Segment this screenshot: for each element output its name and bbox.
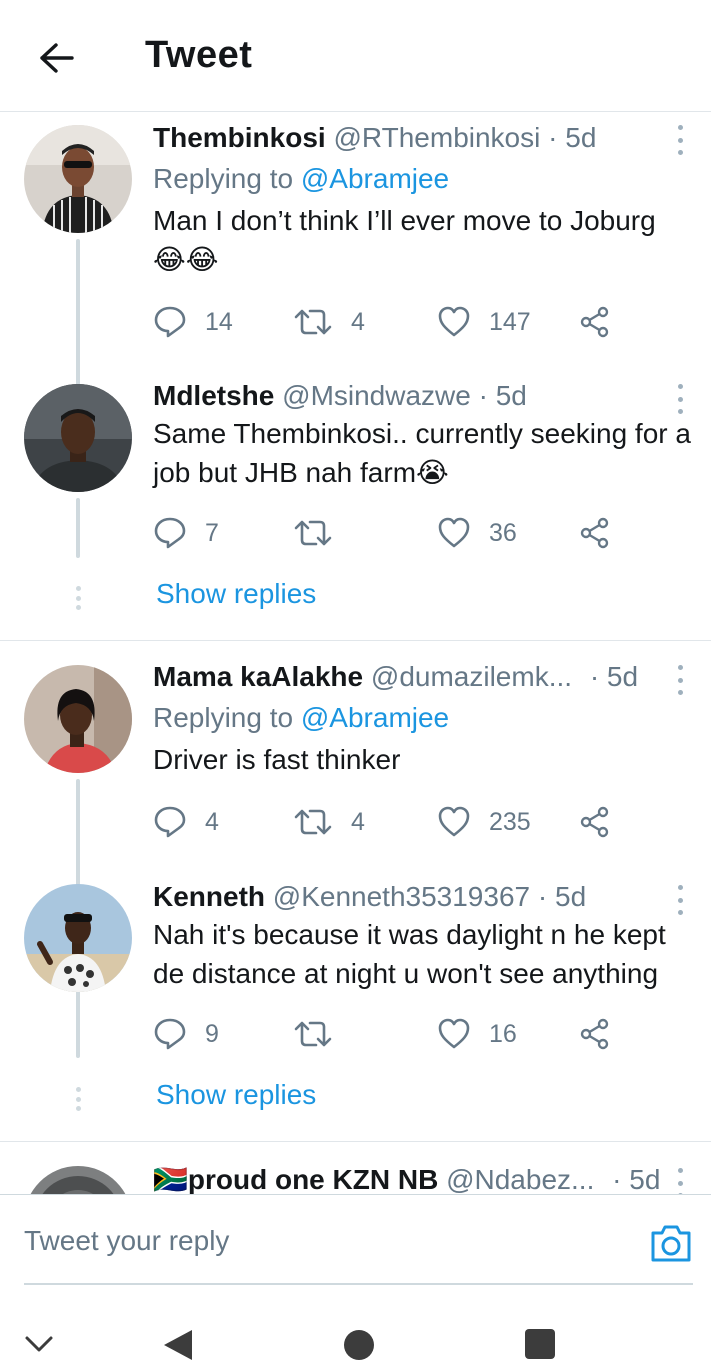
more-vertical-icon[interactable] — [673, 776, 687, 806]
like-button[interactable]: 36 — [437, 513, 517, 553]
crying-emoji: 😭 — [416, 457, 449, 488]
reply-button[interactable]: 4 — [153, 802, 219, 842]
like-button[interactable]: 235 — [437, 802, 531, 842]
share-button[interactable] — [579, 302, 611, 342]
more-replies-dots — [74, 1087, 82, 1111]
reply-button[interactable]: 9 — [153, 1014, 219, 1054]
tweet-text: Nah it's because it was daylight n he ke… — [153, 919, 666, 989]
retweet-icon — [294, 809, 332, 835]
display-name[interactable]: Mama kaAlakhe — [153, 661, 363, 692]
mention-link[interactable]: @Abramjee — [301, 702, 449, 733]
share-icon — [580, 806, 609, 838]
tweet-actions: 9 16 — [153, 1014, 623, 1054]
tweet-header: Mama kaAlakhe @dumazilemk... · 5d — [153, 659, 693, 695]
retweet-button[interactable] — [293, 1014, 351, 1054]
handle[interactable]: @Ndabez... — [446, 1164, 594, 1194]
reply-button[interactable]: 7 — [153, 513, 219, 553]
tweet-header: Mdletshe @Msindwazwe · 5d — [153, 378, 693, 414]
handle[interactable]: @Msindwazwe — [282, 380, 471, 411]
like-button[interactable]: 16 — [437, 1014, 517, 1054]
avatar[interactable] — [24, 125, 132, 233]
like-icon — [438, 517, 470, 548]
tweet-header: Thembinkosi @RThembinkosi · 5d — [153, 120, 693, 156]
handle[interactable]: @Kenneth35319367 — [273, 881, 530, 912]
camera-icon[interactable] — [649, 1223, 693, 1268]
avatar[interactable] — [24, 384, 132, 492]
reply-input[interactable]: Tweet your reply — [24, 1225, 229, 1257]
timestamp: · 5d — [537, 881, 587, 912]
like-button[interactable]: 147 — [437, 302, 531, 342]
show-replies-link[interactable]: Show replies — [156, 578, 316, 610]
laughing-crying-emoji: 😂😂 — [153, 244, 219, 275]
reply-icon — [154, 806, 186, 838]
tweet[interactable]: 🇿🇦proud one KZN NB @Ndabez... · 5d — [0, 1142, 711, 1194]
reply-icon — [154, 306, 186, 338]
reply-composer: Tweet your reply — [0, 1194, 711, 1286]
tweet[interactable]: Thembinkosi @RThembinkosi · 5d Replying … — [0, 112, 711, 489]
reply-icon — [154, 517, 186, 549]
share-button[interactable] — [579, 1014, 611, 1054]
mention-link[interactable]: @Abramjee — [301, 163, 449, 194]
like-icon — [438, 806, 470, 837]
nav-back-icon[interactable] — [160, 1328, 194, 1363]
avatar[interactable] — [24, 1166, 132, 1194]
display-name[interactable]: proud one KZN NB — [188, 1164, 438, 1194]
tweet-text: Same Thembinkosi.. currently seeking for… — [153, 418, 691, 488]
display-name[interactable]: Mdletshe — [153, 380, 274, 411]
replying-to: Replying to @Abramjee — [153, 163, 450, 194]
input-underline — [24, 1283, 693, 1285]
replying-to: Replying to @Abramjee — [153, 702, 450, 733]
avatar[interactable] — [24, 884, 132, 992]
top-app-bar: Tweet — [0, 0, 711, 112]
south-africa-flag-icon: 🇿🇦 — [153, 1164, 188, 1194]
more-replies-dots — [74, 586, 82, 610]
share-button[interactable] — [579, 513, 611, 553]
thread-connector — [76, 498, 80, 558]
tweet-text: Driver is fast thinker — [153, 744, 401, 775]
retweet-icon — [294, 309, 332, 335]
tweet-header: 🇿🇦proud one KZN NB @Ndabez... · 5d — [153, 1162, 693, 1194]
tweet[interactable]: Mdletshe @Msindwazwe · 5d Same Thembinko… — [0, 372, 711, 640]
back-arrow-icon[interactable] — [34, 36, 78, 80]
reply-icon — [154, 1018, 186, 1050]
thread-connector — [76, 998, 80, 1058]
retweet-button[interactable]: 4 — [293, 302, 365, 342]
share-icon — [580, 517, 609, 549]
tweet-actions: 14 4 147 — [153, 302, 623, 342]
retweet-button[interactable]: 4 — [293, 802, 365, 842]
nav-recents-icon[interactable] — [524, 1328, 556, 1363]
nav-down-icon[interactable] — [24, 1334, 54, 1359]
show-replies-link[interactable]: Show replies — [156, 1079, 316, 1111]
like-icon — [438, 1018, 470, 1049]
tweet-actions: 7 36 — [153, 513, 623, 553]
display-name[interactable]: Kenneth — [153, 881, 265, 912]
retweet-button[interactable] — [293, 513, 351, 553]
display-name[interactable]: Thembinkosi — [153, 122, 326, 153]
reply-button[interactable]: 14 — [153, 302, 233, 342]
timestamp: · 5d — [589, 661, 639, 692]
like-icon — [438, 306, 470, 337]
system-navigation-bar — [0, 1300, 711, 1363]
timestamp: · 5d — [478, 380, 527, 411]
handle[interactable]: @dumazilemk... — [371, 661, 572, 692]
timestamp: · 5d — [548, 122, 597, 153]
page-title: Tweet — [145, 34, 253, 76]
tweet-header: Kenneth @Kenneth35319367 · 5d — [153, 879, 693, 915]
handle[interactable]: @RThembinkosi — [333, 122, 540, 153]
avatar[interactable] — [24, 665, 132, 773]
timestamp: · 5d — [612, 1164, 661, 1194]
tweet-actions: 4 4 235 — [153, 802, 623, 842]
retweet-icon — [294, 520, 332, 546]
share-icon — [580, 1018, 609, 1050]
nav-home-icon[interactable] — [342, 1328, 376, 1363]
share-icon — [580, 306, 609, 338]
retweet-icon — [294, 1021, 332, 1047]
tweet-text: Man I don’t think I’ll ever move to Jobu… — [153, 205, 656, 275]
share-button[interactable] — [579, 802, 611, 842]
